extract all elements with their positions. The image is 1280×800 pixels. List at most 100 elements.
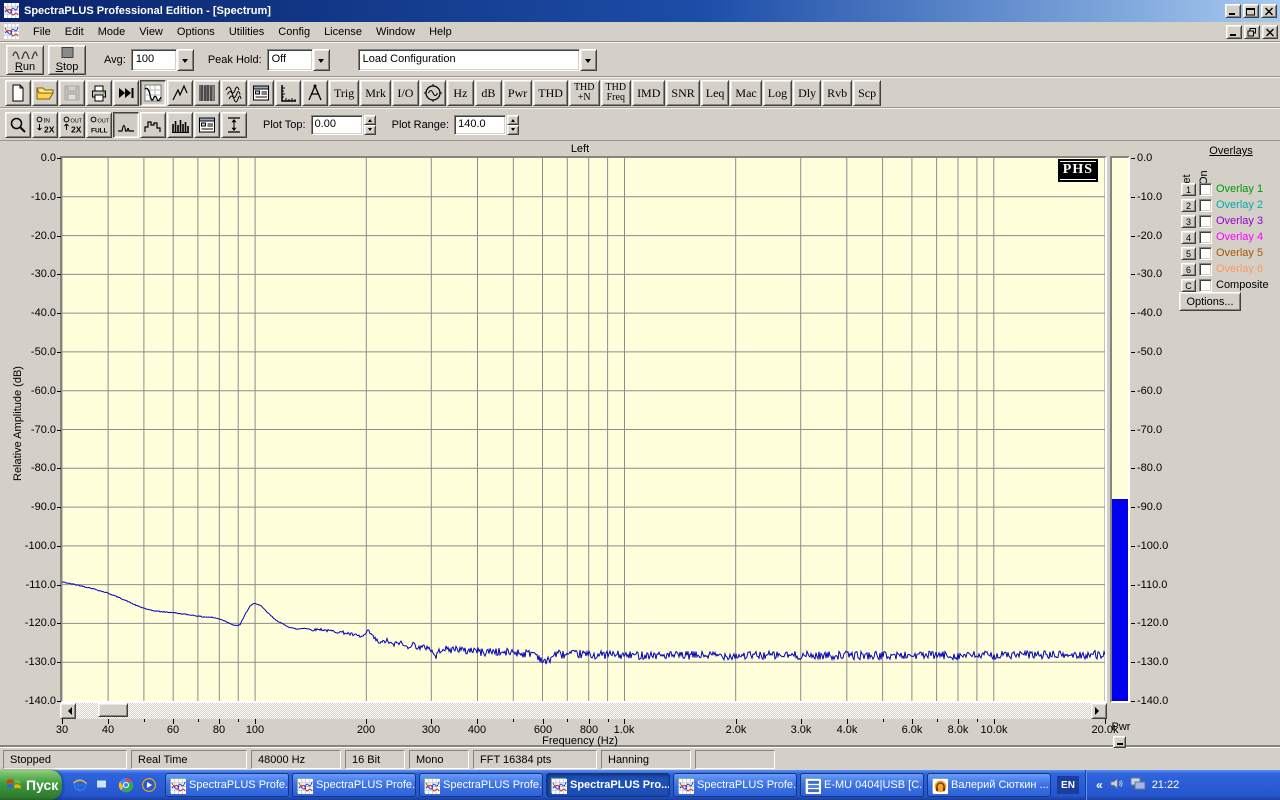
- overlay-on-checkbox-6[interactable]: [1199, 263, 1212, 276]
- magnifier-button[interactable]: [5, 112, 31, 138]
- vertical-range-button[interactable]: [221, 112, 247, 138]
- overlay-on-checkbox-2[interactable]: [1199, 199, 1212, 212]
- overlay-set-button-2[interactable]: 2: [1181, 199, 1196, 212]
- spectrogram-button[interactable]: [194, 80, 220, 106]
- menu-file[interactable]: File: [26, 24, 58, 40]
- taskbar-button[interactable]: SpectraPLUS Profe...: [292, 773, 416, 797]
- step-plot-button[interactable]: [140, 112, 166, 138]
- volume-icon[interactable]: [1109, 776, 1124, 794]
- taskbar-button[interactable]: SpectraPLUS Profe...: [673, 773, 797, 797]
- menu-config[interactable]: Config: [271, 24, 317, 40]
- plot-top-spin-up[interactable]: [364, 115, 376, 125]
- close-button[interactable]: [1261, 4, 1277, 18]
- mdi-close-button[interactable]: [1262, 25, 1278, 39]
- overlays-options-button[interactable]: Options...: [1179, 292, 1241, 311]
- overlay-set-button-4[interactable]: 4: [1181, 231, 1196, 244]
- plot-range-spinner[interactable]: [507, 115, 519, 135]
- display-settings-button[interactable]: [248, 80, 274, 106]
- frequency-scrollbar[interactable]: [60, 703, 1107, 719]
- overlay-on-checkbox-c[interactable]: [1199, 279, 1212, 292]
- internet-explorer-icon[interactable]: [72, 777, 88, 793]
- avg-dropdown-button[interactable]: [177, 49, 194, 71]
- waterfall-button[interactable]: [221, 80, 247, 106]
- log-button[interactable]: Log: [763, 80, 792, 106]
- plot-top-spinner[interactable]: [364, 115, 376, 135]
- mdi-restore-button[interactable]: [1244, 25, 1260, 39]
- overlay-set-button-5[interactable]: 5: [1181, 247, 1196, 260]
- leq-button[interactable]: Leq: [701, 80, 730, 106]
- caliper-button[interactable]: [302, 80, 328, 106]
- print-button[interactable]: [86, 80, 112, 106]
- thd-freq-button[interactable]: THDFreq: [601, 80, 632, 106]
- db-button[interactable]: dB: [475, 80, 502, 106]
- taskbar-button[interactable]: SpectraPLUS Pro...: [546, 773, 670, 797]
- menu-options[interactable]: Options: [170, 24, 222, 40]
- show-desktop-icon[interactable]: [95, 777, 111, 793]
- plot-top-spin-down[interactable]: [364, 125, 376, 135]
- rvb-button[interactable]: Rvb: [822, 80, 852, 106]
- maximize-button[interactable]: [1243, 4, 1259, 18]
- scrollbar-track[interactable]: [76, 703, 1091, 719]
- taskbar-button[interactable]: Валерий Сюткин ...: [927, 773, 1051, 797]
- open-folder-button[interactable]: [32, 80, 58, 106]
- scp-button[interactable]: Scp: [853, 80, 881, 106]
- language-indicator[interactable]: EN: [1057, 776, 1079, 794]
- mac-button[interactable]: Mac: [730, 80, 761, 106]
- menu-help[interactable]: Help: [422, 24, 459, 40]
- collapse-chevron-icon[interactable]: «: [1096, 778, 1103, 792]
- line-plot-button[interactable]: [113, 112, 139, 138]
- mrk-button[interactable]: Mrk: [360, 80, 391, 106]
- peak-hold-value[interactable]: Off: [267, 49, 313, 71]
- load-configuration-value[interactable]: Load Configuration: [358, 49, 580, 71]
- dly-button[interactable]: Dly: [793, 80, 821, 106]
- zoom-out-full-button[interactable]: OUTFULL: [86, 112, 112, 138]
- chrome-icon[interactable]: [118, 777, 134, 793]
- signal-generator-button[interactable]: [420, 80, 446, 106]
- peak-hold-combobox[interactable]: Off: [267, 49, 330, 71]
- snr-button[interactable]: SNR: [666, 80, 699, 106]
- i-o-button[interactable]: I/O: [392, 80, 419, 106]
- avg-combobox[interactable]: 100: [131, 49, 194, 71]
- plot-range-spin-up[interactable]: [507, 115, 519, 125]
- zoom-out-2x-button[interactable]: OUT2X: [59, 112, 85, 138]
- stop-button[interactable]: Stop: [48, 45, 86, 75]
- taskbar-button[interactable]: SpectraPLUS Profe...: [419, 773, 543, 797]
- taskbar-button[interactable]: SpectraPLUS Profe...: [165, 773, 289, 797]
- display-icon[interactable]: [1130, 777, 1146, 794]
- display-settings-button[interactable]: [194, 112, 220, 138]
- bar-plot-button[interactable]: [167, 112, 193, 138]
- overlay-set-button-3[interactable]: 3: [1181, 215, 1196, 228]
- spectrum-display-button[interactable]: [140, 80, 166, 106]
- overlay-on-checkbox-1[interactable]: [1199, 183, 1212, 196]
- spectrum-document-icon[interactable]: [4, 24, 20, 40]
- menu-utilities[interactable]: Utilities: [222, 24, 271, 40]
- load-configuration-combobox[interactable]: Load Configuration: [358, 49, 597, 71]
- peak-hold-dropdown-button[interactable]: [313, 49, 330, 71]
- mdi-minimize-button[interactable]: [1226, 25, 1242, 39]
- minimize-button[interactable]: [1225, 4, 1241, 18]
- fast-forward-button[interactable]: [113, 80, 139, 106]
- scrollbar-thumb[interactable]: [98, 703, 128, 717]
- new-file-button[interactable]: [5, 80, 31, 106]
- menu-view[interactable]: View: [132, 24, 170, 40]
- spectrum-plot[interactable]: PHS: [60, 156, 1107, 703]
- plot-range-input[interactable]: 140.0: [454, 115, 506, 135]
- start-button[interactable]: Пуск: [0, 770, 62, 800]
- menu-license[interactable]: License: [317, 24, 369, 40]
- imd-button[interactable]: IMD: [632, 80, 665, 106]
- overlay-on-checkbox-4[interactable]: [1199, 231, 1212, 244]
- menu-mode[interactable]: Mode: [91, 24, 133, 40]
- taskbar-button[interactable]: E-MU 0404|USB [C...: [800, 773, 924, 797]
- menu-window[interactable]: Window: [369, 24, 422, 40]
- save-button[interactable]: [59, 80, 85, 106]
- media-player-icon[interactable]: [141, 777, 157, 793]
- pwr-button[interactable]: Pwr: [503, 80, 532, 106]
- menu-edit[interactable]: Edit: [58, 24, 91, 40]
- overlay-on-checkbox-5[interactable]: [1199, 247, 1212, 260]
- trig-button[interactable]: Trig: [329, 80, 359, 106]
- overlay-on-checkbox-3[interactable]: [1199, 215, 1212, 228]
- plot-range-spin-down[interactable]: [507, 125, 519, 135]
- avg-value[interactable]: 100: [131, 49, 177, 71]
- power-bar-minimize-button[interactable]: [1113, 736, 1126, 748]
- overlay-set-button-c[interactable]: C: [1181, 279, 1196, 292]
